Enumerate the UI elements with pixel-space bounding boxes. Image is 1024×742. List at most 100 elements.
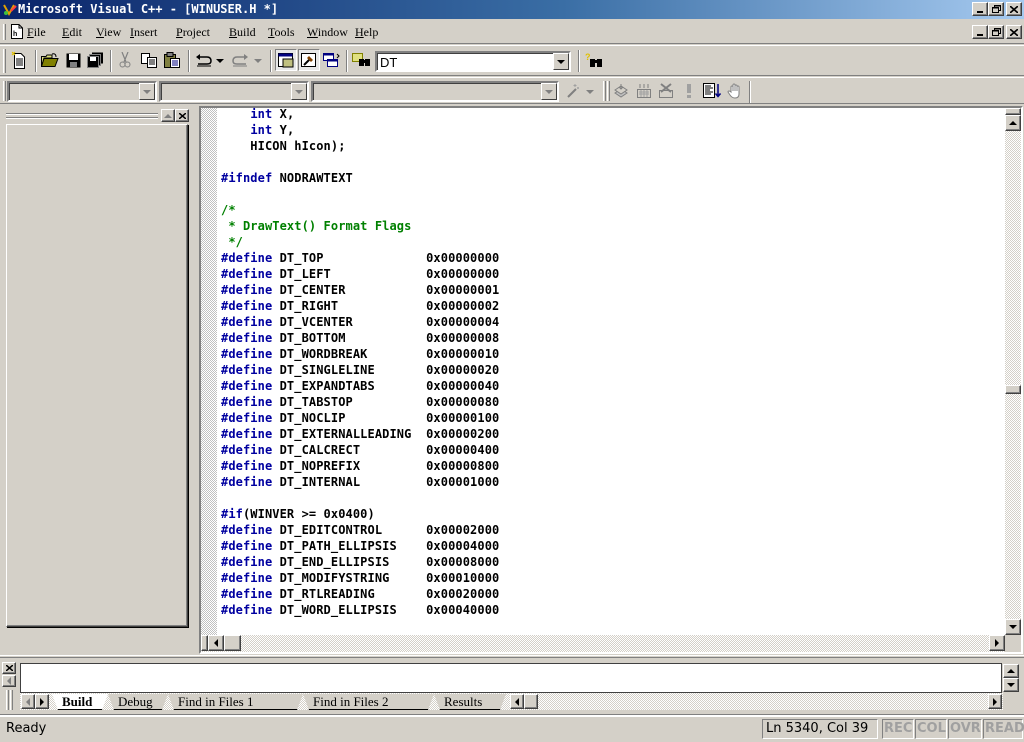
code-line[interactable]: #define DT_INTERNAL 0x00001000 (221, 474, 499, 490)
code-line[interactable]: #define DT_TABSTOP 0x00000080 (221, 394, 499, 410)
tab-results[interactable]: Results (434, 694, 506, 710)
code-line[interactable] (221, 490, 499, 506)
tab-debug[interactable]: Debug (108, 694, 168, 710)
mdi-restore-button[interactable] (988, 25, 1004, 39)
toolbar-grip[interactable] (3, 49, 6, 73)
scroll-right-button[interactable] (989, 635, 1005, 651)
output-grip[interactable] (10, 690, 13, 710)
new-text-file-button[interactable] (8, 49, 30, 71)
go-button[interactable] (724, 80, 746, 102)
code-line[interactable]: #define DT_TOP 0x00000000 (221, 250, 499, 266)
find-combo[interactable]: DT (375, 51, 571, 72)
go-to-definition-button[interactable] (701, 80, 723, 102)
code-line[interactable]: #define DT_EDITCONTROL 0x00002000 (221, 522, 499, 538)
code-line[interactable]: #define DT_SINGLELINE 0x00000020 (221, 362, 499, 378)
filter-combo[interactable] (159, 81, 309, 102)
horizontal-scroll-thumb[interactable] (224, 635, 241, 651)
find-in-files-button[interactable] (351, 49, 373, 71)
search-button[interactable]: ? (583, 49, 605, 71)
workspace-tree[interactable] (6, 124, 188, 627)
scroll-up-button[interactable] (1005, 115, 1021, 131)
redo-button[interactable] (229, 49, 251, 71)
output-text-area[interactable] (20, 663, 1002, 693)
class-combo[interactable] (7, 81, 157, 102)
workspace-maximize-button[interactable] (161, 109, 175, 122)
cut-button[interactable] (114, 49, 136, 71)
menu-project[interactable]: Project (176, 25, 210, 40)
stop-build-button[interactable] (655, 80, 677, 102)
mdi-minimize-button[interactable] (972, 25, 988, 39)
menu-tools[interactable]: Tools (268, 25, 295, 40)
workspace-grip-line[interactable] (6, 113, 158, 115)
code-line[interactable]: * DrawText() Format Flags (221, 218, 499, 234)
wizard-action-dropdown[interactable] (586, 90, 594, 94)
tab-build[interactable]: Build (52, 694, 108, 710)
code-line[interactable]: #define DT_RTLREADING 0x00020000 (221, 586, 499, 602)
execute-button[interactable] (678, 80, 700, 102)
code-line[interactable]: #define DT_CENTER 0x00000001 (221, 282, 499, 298)
menu-help[interactable]: Help (355, 25, 378, 40)
menu-edit[interactable]: Edit (62, 25, 82, 40)
code-line[interactable]: #define DT_VCENTER 0x00000004 (221, 314, 499, 330)
code-line[interactable] (221, 154, 499, 170)
code-line[interactable]: #define DT_EXPANDTABS 0x00000040 (221, 378, 499, 394)
undo-dropdown[interactable] (216, 59, 224, 63)
close-button[interactable] (1006, 2, 1022, 16)
code-line[interactable]: #define DT_WORD_ELLIPSIS 0x00040000 (221, 602, 499, 618)
minimize-button[interactable] (972, 2, 988, 16)
tab-find-in-files-1[interactable]: Find in Files 1 (168, 694, 303, 710)
output-close-button[interactable] (2, 662, 16, 674)
code-text[interactable]: int X, int Y, HICON hIcon); #ifndef NODRA… (221, 106, 499, 618)
code-line[interactable]: #define DT_WORDBREAK 0x00000010 (221, 346, 499, 362)
code-line[interactable]: #define DT_MODIFYSTRING 0x00010000 (221, 570, 499, 586)
scroll-down-button[interactable] (1005, 619, 1021, 635)
code-line[interactable]: #define DT_PATH_ELLIPSIS 0x00004000 (221, 538, 499, 554)
menu-file[interactable]: File (27, 25, 46, 40)
output-scroll-up-button[interactable] (1003, 664, 1019, 678)
horizontal-split-box[interactable] (201, 635, 208, 651)
find-combo-dropdown[interactable] (553, 53, 569, 70)
window-list-button[interactable] (321, 49, 343, 71)
menu-window[interactable]: Window (307, 25, 348, 40)
menu-view[interactable]: View (96, 25, 121, 40)
copy-button[interactable] (138, 49, 160, 71)
output-scroll-down-button[interactable] (1003, 678, 1019, 692)
split-box[interactable] (1005, 108, 1021, 115)
paste-button[interactable] (161, 49, 183, 71)
code-line[interactable]: /* (221, 202, 499, 218)
tab-scroll-left-button[interactable] (21, 694, 35, 709)
code-line[interactable]: #define DT_END_ELLIPSIS 0x00008000 (221, 554, 499, 570)
build-button[interactable] (633, 80, 655, 102)
code-line[interactable]: #define DT_LEFT 0x00000000 (221, 266, 499, 282)
restore-button[interactable] (988, 2, 1004, 16)
code-line[interactable]: #define DT_NOPREFIX 0x00000800 (221, 458, 499, 474)
output-hscroll-left-button[interactable] (510, 694, 524, 709)
output-toggle-button[interactable] (298, 49, 320, 71)
scroll-left-button[interactable] (208, 635, 224, 651)
members-combo[interactable] (311, 81, 559, 102)
editor-horizontal-scrollbar[interactable] (201, 635, 1005, 652)
compile-button[interactable] (610, 80, 632, 102)
output-hscroll-right-button[interactable] (988, 694, 1002, 709)
code-line[interactable]: #define DT_RIGHT 0x00000002 (221, 298, 499, 314)
code-line[interactable]: int Y, (221, 122, 499, 138)
save-button[interactable] (62, 49, 84, 71)
selection-margin[interactable] (201, 108, 217, 635)
workspace-toggle-button[interactable] (275, 49, 297, 71)
output-splitter[interactable] (0, 655, 1024, 658)
code-line[interactable]: */ (221, 234, 499, 250)
toolbar-grip[interactable] (603, 81, 606, 101)
editor-vertical-scrollbar[interactable] (1005, 108, 1021, 635)
wizard-action-button[interactable] (561, 80, 583, 102)
code-line[interactable]: #define DT_BOTTOM 0x00000008 (221, 330, 499, 346)
tab-scroll-right-button[interactable] (35, 694, 49, 709)
menubar-grip[interactable] (3, 24, 6, 40)
code-line[interactable] (221, 186, 499, 202)
code-line[interactable]: #define DT_NOCLIP 0x00000100 (221, 410, 499, 426)
code-line[interactable]: int X, (221, 106, 499, 122)
toolbar-grip[interactable] (3, 81, 6, 101)
workspace-close-button[interactable] (175, 109, 189, 122)
menu-insert[interactable]: Insert (130, 25, 157, 40)
document-icon[interactable]: h (11, 24, 23, 39)
menu-build[interactable]: Build (229, 25, 256, 40)
